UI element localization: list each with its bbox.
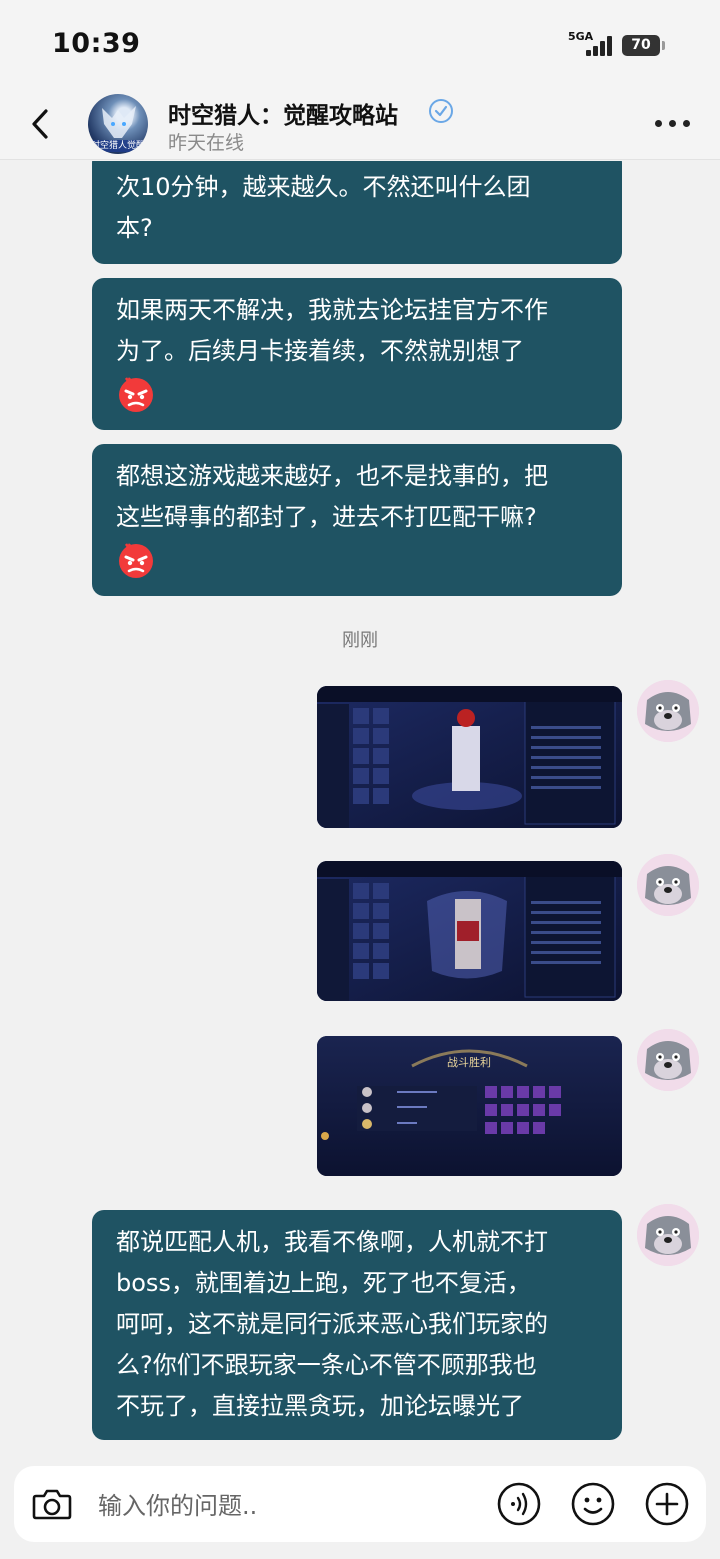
cartoon-dog-icon [637,680,699,742]
image-message[interactable] [317,686,622,828]
more-options-icon[interactable] [652,120,692,128]
battery-level: 70 [631,37,651,53]
user-avatar[interactable] [637,1029,699,1091]
message-line: 如果两天不解决，我就去论坛挂官方不作 [116,296,548,324]
message-line: 么?你们不跟玩家一条心不管不顾那我也 [116,1351,537,1379]
status-time: 10:39 [52,28,141,59]
user-avatar[interactable] [637,680,699,742]
message-bubble[interactable]: 都想这游戏越来越好，也不是找事的，把 这些碍事的都封了，进去不打匹配干嘛? [92,444,622,596]
plus-icon[interactable] [644,1481,690,1527]
avatar-tag: 时空猎人觉醒 [88,140,148,152]
chat-list[interactable]: 次10分钟，越来越久。不然还叫什么团 本? 如果两天不解决，我就去论坛挂官方不作… [0,161,720,1456]
chat-title: 时空猎人：觉醒攻略站 [168,103,398,129]
message-line: 呵呵，这不就是同行派来恶心我们玩家的 [116,1310,548,1338]
battery-icon: 70 [622,35,665,56]
victory-banner: 战斗胜利 [447,1055,491,1069]
message-bubble[interactable]: 如果两天不解决，我就去论坛挂官方不作 为了。后续月卡接着续，不然就别想了 [92,278,622,430]
message-line: 为了。后续月卡接着续，不然就别想了 [116,337,524,365]
message-line: 都想这游戏越来越好，也不是找事的，把 [116,462,548,490]
message-line: 次10分钟，越来越久。不然还叫什么团 [116,173,531,201]
back-icon[interactable] [26,102,58,146]
online-status: 昨天在线 [168,132,245,154]
message-line: boss，就围着边上跑，死了也不复活， [116,1269,531,1297]
timestamp: 刚刚 [342,630,378,651]
user-avatar[interactable] [637,854,699,916]
verified-icon [429,99,453,123]
image-message[interactable]: 战斗胜利 [317,1036,622,1176]
game-screenshot-thumbnail [317,686,622,828]
status-bar: 10:39 5GA 70 [0,0,720,88]
message-line: 这些碍事的都封了，进去不打匹配干嘛? [116,503,537,531]
input-bar: 输入你的问题.. [14,1466,706,1542]
signal-icon [586,36,616,56]
message-line: 都说匹配人机，我看不像啊，人机就不打 [116,1228,548,1256]
voice-icon[interactable] [496,1481,542,1527]
message-bubble[interactable]: 次10分钟，越来越久。不然还叫什么团 本? [92,161,622,264]
cartoon-dog-icon [637,854,699,916]
angry-face-icon [119,377,153,412]
chat-avatar[interactable]: 时空猎人觉醒 [88,94,148,154]
game-screenshot-thumbnail: 战斗胜利 [317,1036,622,1176]
cartoon-dog-icon [637,1204,699,1266]
camera-icon[interactable] [30,1482,74,1526]
image-message[interactable] [317,861,622,1001]
message-line: 不玩了，直接拉黑贪玩，加论坛曝光了 [116,1392,524,1420]
game-screenshot-thumbnail [317,861,622,1001]
chat-header: 时空猎人觉醒 时空猎人：觉醒攻略站 昨天在线 [0,88,720,160]
message-line: 本? [116,214,153,242]
message-input[interactable]: 输入你的问题.. [98,1486,257,1521]
user-avatar[interactable] [637,1204,699,1266]
cartoon-dog-icon [637,1029,699,1091]
angry-face-icon [119,543,153,578]
message-bubble[interactable]: 都说匹配人机，我看不像啊，人机就不打 boss，就围着边上跑，死了也不复活， 呵… [92,1210,622,1440]
emoji-icon[interactable] [570,1481,616,1527]
